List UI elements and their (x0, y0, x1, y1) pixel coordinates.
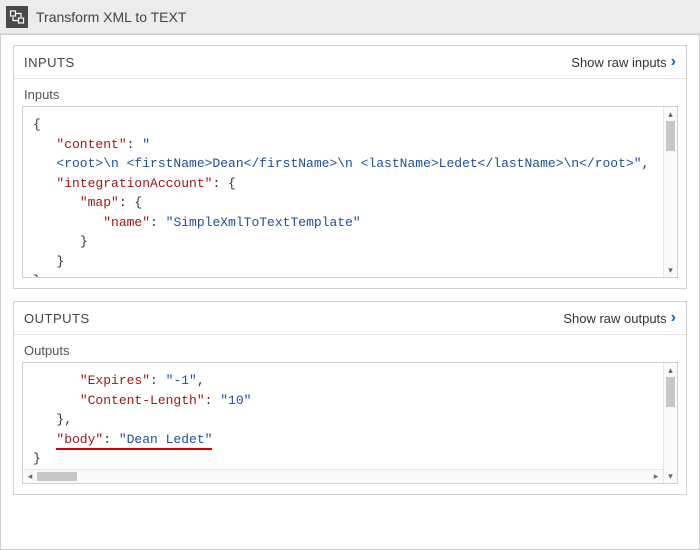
json-string: "10" (220, 393, 251, 408)
brace-comma: }, (56, 412, 72, 427)
json-key: "name" (103, 215, 150, 230)
scroll-down-icon[interactable]: ▾ (664, 469, 677, 483)
outputs-vertical-scrollbar[interactable]: ▴ ▾ (663, 363, 677, 483)
show-raw-inputs-label: Show raw inputs (571, 55, 666, 70)
show-raw-inputs-button[interactable]: Show raw inputs › (571, 54, 676, 70)
json-key-body: "body" (56, 432, 103, 447)
colon: : (103, 432, 119, 447)
scroll-down-icon[interactable]: ▾ (664, 263, 677, 277)
json-key: "content" (56, 137, 126, 152)
scroll-left-icon[interactable]: ◂ (23, 470, 37, 483)
title-bar: Transform XML to TEXT (0, 0, 700, 34)
outputs-sublabel: Outputs (14, 335, 686, 362)
outputs-label: OUTPUTS (24, 311, 90, 326)
colon: : (205, 393, 221, 408)
brace: } (80, 234, 88, 249)
scroll-right-icon[interactable]: ▸ (649, 470, 663, 483)
inputs-header: INPUTS Show raw inputs › (14, 46, 686, 79)
outputs-section: OUTPUTS Show raw outputs › Outputs "Expi… (13, 301, 687, 495)
scroll-up-icon[interactable]: ▴ (664, 363, 677, 377)
brace: } (33, 273, 41, 277)
inputs-section: INPUTS Show raw inputs › Inputs { "conte… (13, 45, 687, 289)
colon: : (150, 215, 166, 230)
inputs-code[interactable]: { "content": " <root>\n <firstName>Dean<… (23, 107, 677, 277)
json-string-body: "Dean Ledet" (119, 432, 213, 447)
transform-icon (6, 6, 28, 28)
scrollbar-thumb[interactable] (666, 377, 675, 407)
main-content: INPUTS Show raw inputs › Inputs { "conte… (0, 34, 700, 550)
json-key: "map" (80, 195, 119, 210)
comma: , (197, 373, 205, 388)
json-string: "-1" (166, 373, 197, 388)
chevron-right-icon: › (671, 310, 676, 326)
json-key: "Expires" (80, 373, 150, 388)
colon-brace: : { (212, 176, 235, 191)
show-raw-outputs-button[interactable]: Show raw outputs › (563, 310, 676, 326)
inputs-sublabel: Inputs (14, 79, 686, 106)
brace: } (33, 451, 41, 466)
inputs-vertical-scrollbar[interactable]: ▴ ▾ (663, 107, 677, 277)
json-key: "integrationAccount" (56, 176, 212, 191)
json-string: "SimpleXmlToTextTemplate" (166, 215, 361, 230)
brace: } (56, 254, 64, 269)
page-title: Transform XML to TEXT (36, 9, 186, 25)
chevron-right-icon: › (671, 54, 676, 70)
colon: : (150, 373, 166, 388)
json-string: <root>\n <firstName>Dean</firstName>\n <… (56, 156, 641, 171)
json-key: "Content-Length" (80, 393, 205, 408)
colon-brace: : { (119, 195, 142, 210)
outputs-code[interactable]: "Expires": "-1", "Content-Length": "10" … (23, 363, 677, 483)
inputs-label: INPUTS (24, 55, 75, 70)
outputs-code-box: "Expires": "-1", "Content-Length": "10" … (22, 362, 678, 484)
json-string: " (142, 137, 150, 152)
scrollbar-thumb[interactable] (37, 472, 77, 481)
brace: { (33, 117, 41, 132)
outputs-header: OUTPUTS Show raw outputs › (14, 302, 686, 335)
show-raw-outputs-label: Show raw outputs (563, 311, 666, 326)
scroll-up-icon[interactable]: ▴ (664, 107, 677, 121)
outputs-horizontal-scrollbar[interactable]: ◂ ▸ (23, 469, 663, 483)
colon: : (127, 137, 143, 152)
scrollbar-thumb[interactable] (666, 121, 675, 151)
inputs-code-box: { "content": " <root>\n <firstName>Dean<… (22, 106, 678, 278)
comma: , (642, 156, 650, 171)
